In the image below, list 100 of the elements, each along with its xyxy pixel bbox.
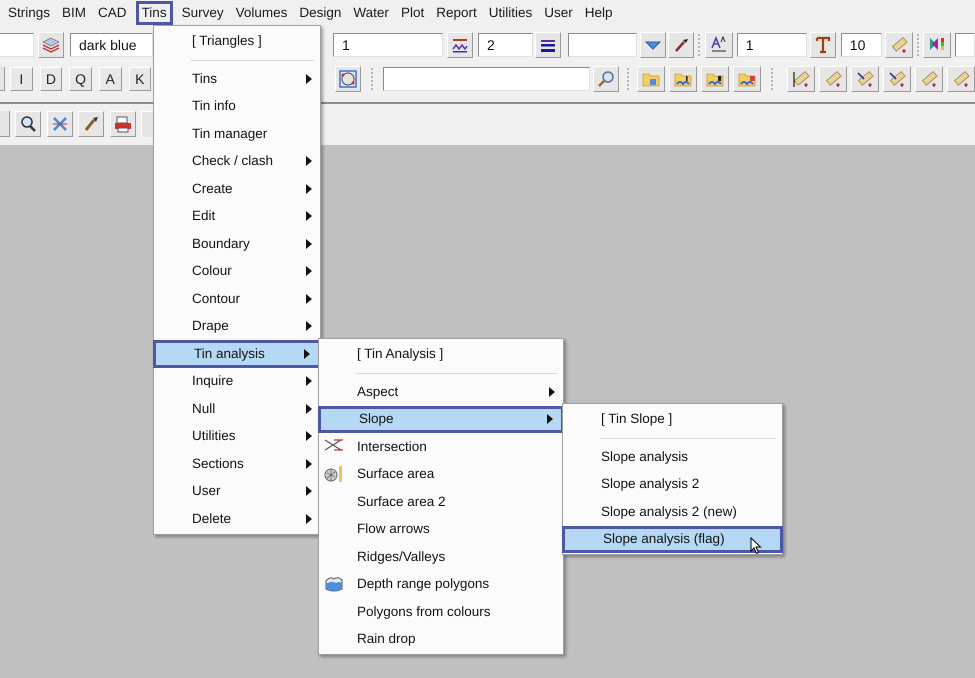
menu-item[interactable]: Delete (154, 505, 320, 532)
text-field[interactable]: 1 (333, 33, 443, 57)
menu-item[interactable]: Colour (154, 258, 320, 285)
menu-item[interactable]: Aspect (319, 378, 563, 406)
menu-bar-item[interactable]: Tins (136, 1, 173, 25)
circle-select-icon (339, 70, 358, 88)
surface-area-icon (324, 464, 344, 482)
layers-icon (42, 36, 60, 54)
menu-item[interactable]: Tin analysis (153, 340, 321, 368)
menu-item[interactable]: Sections (154, 450, 320, 478)
menu-bar-item[interactable]: Water (347, 1, 395, 25)
menu-item[interactable]: Create (154, 175, 320, 202)
colour-swap-button[interactable] (923, 32, 951, 58)
menu-bar-item[interactable]: Help (578, 1, 619, 25)
menu-bar-item[interactable]: Volumes (230, 1, 294, 25)
menu-item[interactable]: Contour (154, 285, 320, 312)
menu-bar-item[interactable]: Report (430, 1, 483, 25)
text-field[interactable]: 1 (736, 33, 807, 57)
menu-item[interactable]: Tins (154, 65, 320, 92)
zoom-button[interactable] (15, 111, 41, 137)
circle-select-button[interactable] (335, 66, 362, 92)
menu-bar-item[interactable]: CAD (92, 1, 133, 25)
eyedropper-icon (672, 36, 690, 54)
folder-button[interactable] (669, 66, 698, 92)
brush-button[interactable] (78, 111, 104, 137)
menu-item[interactable]: Slope analysis 2 (new) (563, 498, 782, 526)
submenu-arrow-icon (306, 211, 312, 222)
menu-item[interactable]: Polygons from colours (319, 598, 563, 626)
ruler-button[interactable] (884, 32, 913, 58)
submenu-arrow-icon (306, 266, 312, 276)
letter-button[interactable]: I (10, 67, 33, 91)
line-style-button[interactable] (447, 32, 473, 58)
text-size-button[interactable] (704, 32, 733, 58)
dropdown-button[interactable] (640, 32, 666, 58)
submenu-arrow-icon (306, 74, 312, 84)
menu-item[interactable]: Null (154, 395, 320, 422)
colour-field[interactable]: dark blue (70, 33, 153, 57)
letter-button[interactable]: K (128, 67, 152, 91)
text-field[interactable]: 10 (840, 33, 882, 57)
search-button[interactable] (592, 66, 619, 92)
depth-polygon-icon (324, 574, 344, 592)
print-button[interactable] (110, 111, 136, 137)
menu-bar-item[interactable]: BIM (56, 1, 92, 25)
menu-bar-item[interactable]: Strings (2, 1, 56, 25)
menu-item[interactable]: Depth range polygons (319, 570, 563, 598)
menu-item[interactable]: Utilities (154, 422, 320, 450)
menu-item[interactable]: Slope (318, 406, 564, 433)
menu-item[interactable]: Surface area (319, 460, 563, 488)
printer-icon (114, 115, 132, 133)
intersection-icon (324, 438, 344, 452)
menu-bar-item[interactable]: Survey (176, 1, 230, 25)
submenu-arrow-icon (306, 458, 312, 469)
menu-item[interactable]: Inquire (154, 368, 320, 395)
submenu-arrow-icon (306, 321, 312, 332)
menu-item[interactable]: Edit (154, 202, 320, 230)
cross-icon (51, 115, 69, 133)
eyedropper-button[interactable] (668, 32, 694, 58)
menu-bar-item[interactable]: Plot (394, 1, 430, 25)
brush-icon (82, 115, 100, 133)
search-icon (596, 70, 615, 88)
letter-button[interactable]: D (40, 67, 62, 91)
menu-item[interactable]: Surface area 2 (319, 488, 563, 516)
text-field[interactable] (0, 33, 34, 57)
measure-button[interactable] (851, 66, 880, 92)
ruler-icon (792, 70, 810, 88)
submenu-arrow-icon (306, 294, 312, 304)
menu-item[interactable]: Ridges/Valleys (319, 543, 563, 570)
menu-item[interactable]: User (154, 478, 320, 505)
menu-item[interactable]: Boundary (154, 230, 320, 258)
line-weight-button[interactable] (535, 32, 561, 58)
text-field[interactable]: 2 (478, 33, 533, 57)
submenu-arrow-icon (306, 238, 312, 249)
menu-bar-item[interactable]: Design (293, 1, 348, 25)
menu-item[interactable]: Slope analysis (flag) (562, 526, 783, 553)
menu-item[interactable]: Rain drop (319, 626, 563, 653)
menu-item[interactable]: Tin manager (154, 120, 320, 148)
text-field[interactable] (568, 33, 637, 57)
menu-bar-item[interactable]: Utilities (482, 1, 538, 25)
measure-button[interactable] (883, 66, 912, 92)
delete-button[interactable] (47, 111, 73, 137)
menu-bar-item[interactable]: User (538, 1, 579, 25)
text-field[interactable] (955, 33, 975, 57)
menu-item[interactable]: Drape (154, 312, 320, 340)
folder-button[interactable] (701, 66, 730, 92)
letter-button[interactable]: Q (69, 67, 92, 91)
submenu-arrow-icon (306, 486, 312, 496)
menu-item[interactable]: Slope analysis (563, 443, 782, 470)
menu-item[interactable]: Flow arrows (319, 516, 563, 543)
folder-button[interactable] (733, 66, 762, 92)
measure-button[interactable] (787, 66, 816, 92)
menu-header: [ Triangles ] (192, 32, 262, 50)
menu-item[interactable]: Check / clash (154, 148, 320, 175)
font-button[interactable] (810, 32, 836, 58)
menu-item[interactable]: Tin info (154, 92, 320, 120)
magnifier-icon (19, 115, 37, 133)
letter-button[interactable]: A (98, 67, 122, 91)
layers-button[interactable] (38, 32, 64, 58)
menu-item[interactable]: Slope analysis 2 (563, 470, 782, 498)
menu-item[interactable]: Intersection (319, 433, 563, 460)
search-field[interactable] (382, 67, 590, 91)
